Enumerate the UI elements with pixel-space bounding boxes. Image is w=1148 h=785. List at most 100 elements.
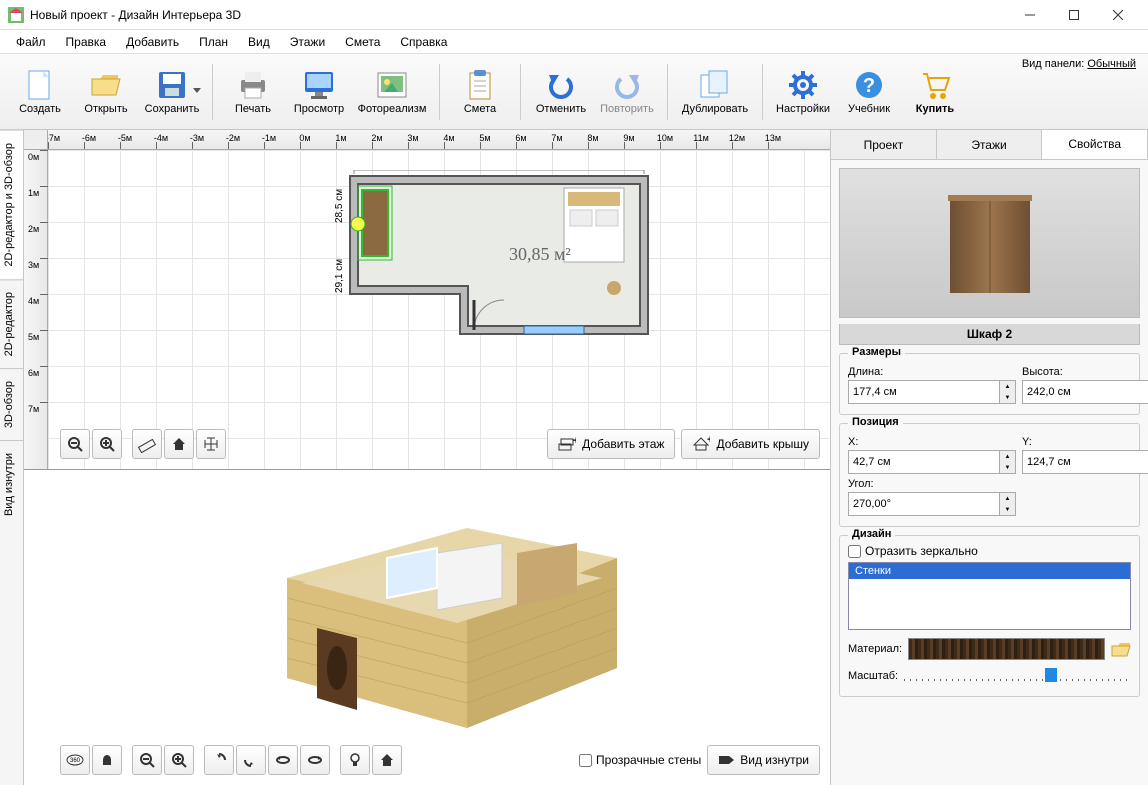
ruler-button[interactable] xyxy=(132,429,162,459)
menu-plan[interactable]: План xyxy=(191,33,236,51)
tab-properties[interactable]: Свойства xyxy=(1042,130,1148,159)
rotate360-button[interactable]: 360 xyxy=(60,745,90,775)
menu-file[interactable]: Файл xyxy=(8,33,54,51)
cart-icon xyxy=(919,69,951,101)
help-icon: ? xyxy=(853,69,885,101)
parts-listbox[interactable]: Стенки xyxy=(848,562,1131,630)
zoom-in-3d-button[interactable] xyxy=(164,745,194,775)
side-tab-2d[interactable]: 2D-редактор xyxy=(0,279,23,368)
home-button[interactable] xyxy=(164,429,194,459)
object-name: Шкаф 2 xyxy=(839,324,1140,345)
side-tab-inside[interactable]: Вид изнутри xyxy=(0,440,23,528)
length-input[interactable]: ▲▼ xyxy=(848,380,1016,404)
home-3d-button[interactable] xyxy=(372,745,402,775)
design-fieldset: Дизайн Отразить зеркально Стенки Материа… xyxy=(839,535,1140,697)
zoom-out-3d-button[interactable] xyxy=(132,745,162,775)
inside-view-button[interactable]: Вид изнутри xyxy=(707,745,820,775)
material-swatch[interactable] xyxy=(908,638,1105,660)
side-tab-3d[interactable]: 3D-обзор xyxy=(0,368,23,440)
tutorial-button[interactable]: ?Учебник xyxy=(837,59,901,125)
transparent-walls-checkbox[interactable]: Прозрачные стены xyxy=(579,753,701,767)
room-3d-render xyxy=(207,498,647,758)
tilt-down-button[interactable] xyxy=(236,745,266,775)
object-preview xyxy=(839,168,1140,318)
add-roof-button[interactable]: +Добавить крышу xyxy=(681,429,820,459)
menu-view[interactable]: Вид xyxy=(240,33,278,51)
save-button[interactable]: Сохранить xyxy=(140,59,204,125)
rotate-right-button[interactable] xyxy=(300,745,330,775)
clipboard-icon xyxy=(464,69,496,101)
toolbar: Вид панели: Обычный Создать Открыть Сохр… xyxy=(0,54,1148,130)
ruler-horizontal: -7м-6м-5м-4м-3м-2м-1м0м1м2м3м4м5м6м7м8м9… xyxy=(48,130,830,150)
light-button[interactable] xyxy=(340,745,370,775)
menu-estimate[interactable]: Смета xyxy=(337,33,388,51)
monitor-icon xyxy=(303,69,335,101)
pan-button[interactable] xyxy=(92,745,122,775)
ruler-corner xyxy=(24,130,48,150)
window-title: Новый проект - Дизайн Интерьера 3D xyxy=(30,8,1008,22)
canvas-column: -7м-6м-5м-4м-3м-2м-1м0м1м2м3м4м5м6м7м8м9… xyxy=(24,130,830,785)
side-tabs: 2D-редактор и 3D-обзор 2D-редактор 3D-об… xyxy=(0,130,24,785)
list-item[interactable]: Стенки xyxy=(849,563,1130,579)
height-input[interactable]: ▲▼ xyxy=(1022,380,1148,404)
print-button[interactable]: Печать xyxy=(221,59,285,125)
preview-button[interactable]: Просмотр xyxy=(287,59,351,125)
maximize-button[interactable] xyxy=(1052,1,1096,29)
buy-button[interactable]: Купить xyxy=(903,59,967,125)
menu-edit[interactable]: Правка xyxy=(58,33,115,51)
grid-snap-button[interactable] xyxy=(196,429,226,459)
panel-mode-link[interactable]: Обычный xyxy=(1087,58,1136,70)
panel-mode: Вид панели: Обычный xyxy=(1022,58,1136,70)
room-outline: 28,5 см 29,1 см xyxy=(324,170,644,370)
close-button[interactable] xyxy=(1096,1,1140,29)
plan-tools-left xyxy=(60,429,226,459)
tab-project[interactable]: Проект xyxy=(831,130,937,159)
side-tab-2d3d[interactable]: 2D-редактор и 3D-обзор xyxy=(0,130,23,279)
menubar: Файл Правка Добавить План Вид Этажи Смет… xyxy=(0,30,1148,54)
undo-icon xyxy=(545,69,577,101)
redo-button[interactable]: Повторить xyxy=(595,59,659,125)
rotate-left-button[interactable] xyxy=(268,745,298,775)
x-input[interactable]: ▲▼ xyxy=(848,450,1016,474)
y-input[interactable]: ▲▼ xyxy=(1022,450,1148,474)
floppy-icon xyxy=(156,69,188,101)
menu-add[interactable]: Добавить xyxy=(118,33,187,51)
app-icon xyxy=(8,7,24,23)
scale-slider[interactable] xyxy=(904,666,1131,686)
right-panel-tabs: Проект Этажи Свойства xyxy=(831,130,1148,160)
tilt-up-button[interactable] xyxy=(204,745,234,775)
angle-input[interactable]: ▲▼ xyxy=(848,492,1016,516)
plan-view[interactable]: -7м-6м-5м-4м-3м-2м-1м0м1м2м3м4м5м6м7м8м9… xyxy=(24,130,830,470)
photorealism-button[interactable]: Фотореализм xyxy=(353,59,431,125)
undo-button[interactable]: Отменить xyxy=(529,59,593,125)
svg-text:?: ? xyxy=(863,75,875,97)
create-button[interactable]: Создать xyxy=(8,59,72,125)
open-button[interactable]: Открыть xyxy=(74,59,138,125)
redo-icon xyxy=(611,69,643,101)
menu-help[interactable]: Справка xyxy=(392,33,455,51)
view3d-controls-left: 360 xyxy=(60,745,402,775)
view3d-controls-right: Прозрачные стены Вид изнутри xyxy=(579,745,820,775)
titlebar: Новый проект - Дизайн Интерьера 3D xyxy=(0,0,1148,30)
minimize-button[interactable] xyxy=(1008,1,1052,29)
menu-floors[interactable]: Этажи xyxy=(282,33,333,51)
sizes-fieldset: Размеры Длина:▲▼ Высота:▲▼ Глубина:▲▼ xyxy=(839,353,1140,415)
view-3d[interactable]: 360 Прозрачные стены Вид изнутри xyxy=(24,470,830,785)
printer-icon xyxy=(237,69,269,101)
add-floor-button[interactable]: +Добавить этаж xyxy=(547,429,675,459)
gear-icon xyxy=(787,69,819,101)
settings-button[interactable]: Настройки xyxy=(771,59,835,125)
room-area: 30,85 м² xyxy=(509,244,571,264)
zoom-in-button[interactable] xyxy=(92,429,122,459)
dim-label-1: 28,5 см xyxy=(334,189,345,223)
duplicate-button[interactable]: Дублировать xyxy=(676,59,754,125)
zoom-out-button[interactable] xyxy=(60,429,90,459)
svg-text:+: + xyxy=(573,436,576,447)
picture-icon xyxy=(376,69,408,101)
duplicate-icon xyxy=(699,69,731,101)
browse-material-button[interactable] xyxy=(1111,641,1131,657)
estimate-button[interactable]: Смета xyxy=(448,59,512,125)
right-panel: Проект Этажи Свойства Шкаф 2 Размеры Дли… xyxy=(830,130,1148,785)
mirror-checkbox[interactable]: Отразить зеркально xyxy=(848,544,1131,558)
tab-floors[interactable]: Этажи xyxy=(937,130,1043,159)
